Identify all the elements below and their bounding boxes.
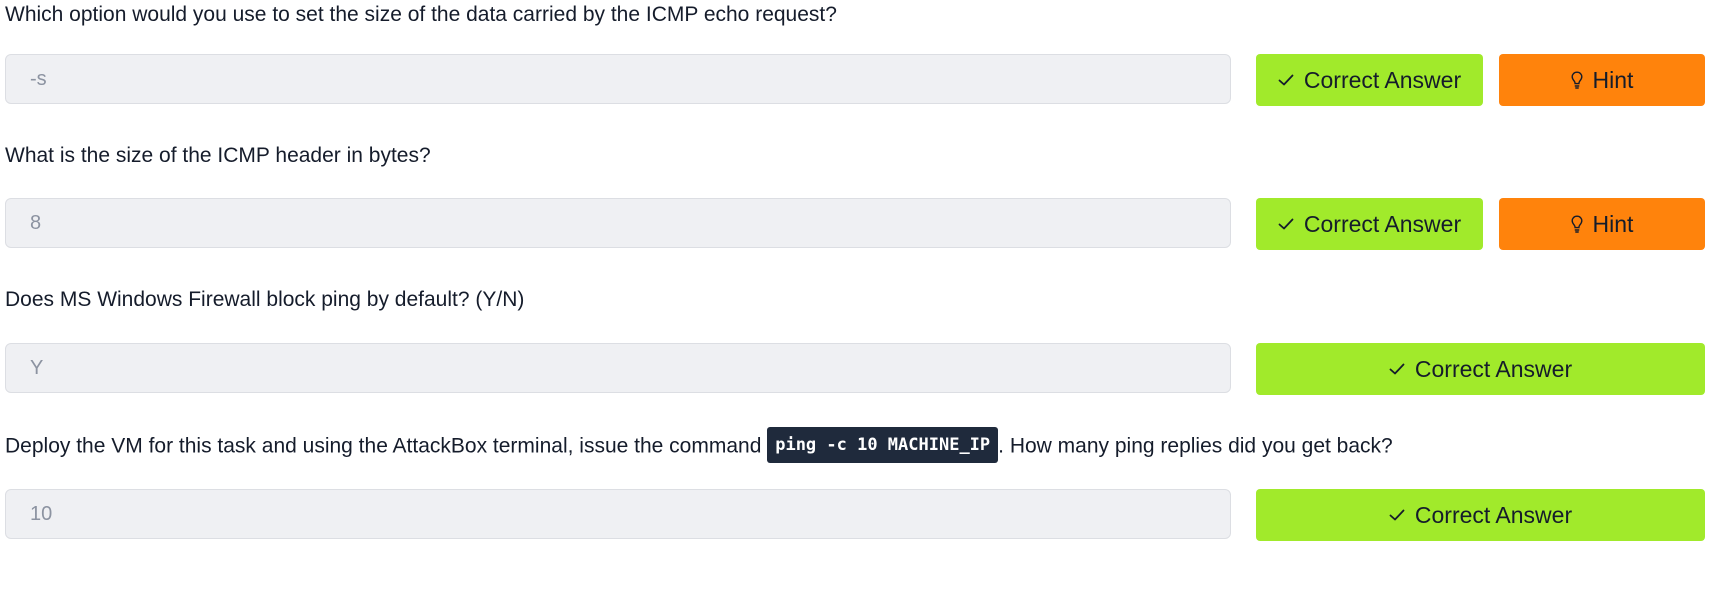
question-text: Deploy the VM for this task and using th… bbox=[5, 427, 1393, 465]
answer-input[interactable] bbox=[5, 54, 1231, 104]
correct-answer-button[interactable]: Correct Answer bbox=[1256, 343, 1705, 395]
question-text-before: Deploy the VM for this task and using th… bbox=[5, 434, 768, 458]
question-text-after: . How many ping replies did you get back… bbox=[998, 434, 1393, 458]
check-icon bbox=[1278, 218, 1294, 230]
correct-answer-button[interactable]: Correct Answer bbox=[1256, 54, 1483, 106]
answer-input[interactable] bbox=[5, 198, 1231, 248]
correct-answer-label: Correct Answer bbox=[1303, 66, 1462, 93]
correct-answer-label: Correct Answer bbox=[1414, 355, 1573, 382]
correct-answer-label: Correct Answer bbox=[1303, 210, 1462, 237]
check-icon bbox=[1389, 509, 1405, 521]
answer-input[interactable] bbox=[5, 489, 1231, 539]
question-text: Which option would you use to set the si… bbox=[5, 3, 837, 26]
question-text: Does MS Windows Firewall block ping by d… bbox=[5, 288, 525, 311]
correct-answer-button[interactable]: Correct Answer bbox=[1256, 198, 1483, 250]
correct-answer-button[interactable]: Correct Answer bbox=[1256, 489, 1705, 541]
inline-code: ping -c 10 MACHINE_IP bbox=[767, 427, 999, 463]
lightbulb-icon bbox=[1571, 71, 1583, 89]
hint-button[interactable]: Hint bbox=[1499, 198, 1705, 250]
hint-label: Hint bbox=[1592, 210, 1634, 237]
check-icon bbox=[1278, 74, 1294, 86]
answer-input[interactable] bbox=[5, 343, 1231, 393]
question-text: What is the size of the ICMP header in b… bbox=[5, 144, 431, 167]
lightbulb-icon bbox=[1571, 215, 1583, 233]
correct-answer-label: Correct Answer bbox=[1414, 501, 1573, 528]
hint-button[interactable]: Hint bbox=[1499, 54, 1705, 106]
hint-label: Hint bbox=[1592, 66, 1634, 93]
check-icon bbox=[1389, 363, 1405, 375]
